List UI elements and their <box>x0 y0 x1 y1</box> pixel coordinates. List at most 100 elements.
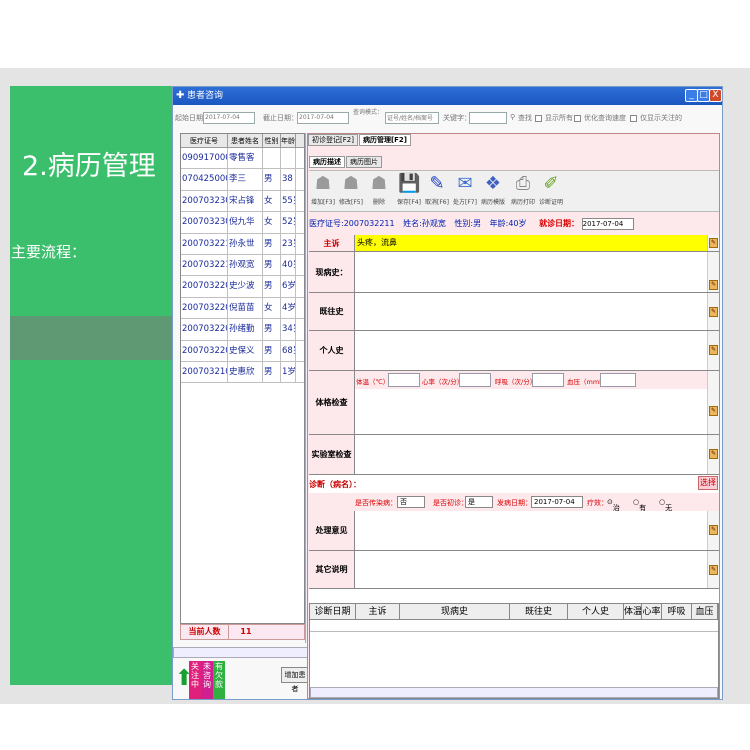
lab-exam-edit-icon[interactable]: ✎ <box>709 449 718 459</box>
tab-first-visit[interactable]: 初诊登记[F2] <box>308 134 358 146</box>
col-diagnosis-date[interactable]: 诊断日期 <box>310 604 356 619</box>
table-row[interactable]: 0909170000零售客 <box>181 148 304 170</box>
info-age: 年龄:40岁 <box>489 219 527 228</box>
delete-button[interactable]: ☗ 删除 <box>365 173 393 206</box>
physical-exam-input[interactable] <box>355 389 707 434</box>
respiration-input[interactable] <box>532 373 564 387</box>
complaint-edit-icon[interactable]: ✎ <box>709 238 718 248</box>
binoculars-icon[interactable]: ⚲ <box>510 113 515 121</box>
past-history-edit-icon[interactable]: ✎ <box>709 307 718 317</box>
temperature-label: 体温（℃） <box>356 378 390 386</box>
cell-patient-name: 孙绪勤 <box>228 319 263 340</box>
only-focus-checkbox[interactable] <box>630 115 637 122</box>
effect-ineffective-radio[interactable]: ○无效 <box>659 498 672 522</box>
show-all-checkbox[interactable] <box>535 115 542 122</box>
query-mode-select[interactable]: 证号/姓名/档案号 <box>385 112 439 124</box>
blood-pressure-input[interactable] <box>600 373 636 387</box>
effect-cured-radio[interactable]: ⊙治愈 <box>607 498 620 522</box>
col-respiration[interactable]: 呼吸 <box>662 604 692 619</box>
start-date-field[interactable]: 2017-07-04 <box>203 112 255 124</box>
prescription-icon: ✉ <box>457 173 473 194</box>
personal-history-input[interactable] <box>355 331 707 370</box>
col-blood-pressure[interactable]: 血压 <box>692 604 718 619</box>
personal-history-edit-icon[interactable]: ✎ <box>709 345 718 355</box>
cell-age: 4岁 <box>281 297 296 319</box>
save-button[interactable]: 💾 保存[F4] <box>395 173 423 206</box>
keyword-input[interactable] <box>469 112 507 124</box>
title-bar[interactable]: ✚ 患者咨询 _ □ X <box>173 87 722 105</box>
col-past-history[interactable]: 既往史 <box>510 604 568 619</box>
lab-exam-input[interactable] <box>355 435 707 474</box>
first-visit-select[interactable]: 是 <box>465 496 493 508</box>
infectious-select[interactable]: 否 <box>397 496 425 508</box>
col-card-number[interactable]: 医疗证号 <box>181 134 228 147</box>
history-grid-hscroll[interactable] <box>310 687 718 698</box>
template-button[interactable]: ❖ 病历模版 <box>479 173 507 206</box>
tab-record-images[interactable]: 病历图片 <box>346 156 382 168</box>
close-button[interactable]: X <box>709 89 722 102</box>
present-illness-label: 现病史： <box>309 252 355 292</box>
effect-effective-radio[interactable]: ○有效 <box>633 498 646 522</box>
col-present-illness[interactable]: 现病史 <box>400 604 510 619</box>
temperature-input[interactable] <box>388 373 420 387</box>
heart-rate-input[interactable] <box>459 373 491 387</box>
delete-icon: ☗ <box>370 173 388 194</box>
onset-date-field[interactable]: 2017-07-04 <box>531 496 583 508</box>
tab-record-management[interactable]: 病历管理[F2] <box>358 134 412 146</box>
table-row[interactable]: 2007032304宋占锋女55岁 <box>181 190 304 213</box>
col-age[interactable]: 年龄 <box>281 134 296 147</box>
cell-patient-name: 史惠欣 <box>228 361 263 383</box>
patient-table-hscroll[interactable] <box>173 647 313 658</box>
prescription-button[interactable]: ✉ 处方[F7] <box>451 173 479 206</box>
cancel-button[interactable]: ✎ 取消[F6] <box>423 173 451 206</box>
physical-exam-edit-icon[interactable]: ✎ <box>709 406 718 416</box>
search-button[interactable]: 查找 <box>518 113 532 123</box>
other-notes-input[interactable] <box>355 551 707 588</box>
optimize-checkbox[interactable] <box>574 115 581 122</box>
table-row[interactable]: 2007032212孙永世男23岁 <box>181 233 304 255</box>
col-personal-history[interactable]: 个人史 <box>568 604 624 619</box>
table-row[interactable]: 2007032307倪九华女52岁 <box>181 212 304 234</box>
other-notes-edit-icon[interactable]: ✎ <box>709 565 718 575</box>
legend-arrears: 有欠款 <box>213 661 225 699</box>
cell-patient-name: 零售客 <box>228 148 263 169</box>
complaint-section: 主诉 头疼，流鼻 ✎ <box>309 235 719 252</box>
tab-record-description[interactable]: 病历描述 <box>309 156 345 168</box>
table-row[interactable]: 2007032203孙绪勤男34岁 <box>181 319 304 341</box>
col-heart-rate[interactable]: 心率 <box>642 604 662 619</box>
table-row[interactable]: 0704250001李三男38 <box>181 169 304 191</box>
edit-button[interactable]: ☗ 修改[F5] <box>337 173 365 206</box>
add-button[interactable]: ☗ 增加[F3] <box>309 173 337 206</box>
complaint-input[interactable]: 头疼，流鼻 <box>355 235 707 251</box>
add-patient-button[interactable]: 增加患者 <box>281 667 309 693</box>
history-grid-row[interactable] <box>310 620 718 632</box>
add-icon: ☗ <box>314 173 332 194</box>
table-row[interactable]: 2007032209史少波男6岁 <box>181 276 304 298</box>
col-sex[interactable]: 性别 <box>263 134 281 147</box>
col-complaint[interactable]: 主诉 <box>356 604 400 619</box>
treatment-edit-icon[interactable]: ✎ <box>709 525 718 535</box>
first-visit-label: 是否初诊： <box>433 499 468 507</box>
col-patient-name[interactable]: 患者姓名 <box>228 134 263 147</box>
certificate-button[interactable]: ✐ 诊断证明 <box>537 173 565 206</box>
physical-exam-section: 体格检查 体温（℃） 心率（次/分） 呼吸（次/分） 血压（mmHg） ✎ <box>309 371 719 435</box>
select-button[interactable]: 选择 <box>698 476 718 490</box>
present-illness-input[interactable] <box>355 252 707 292</box>
show-all-label: 显示所有 <box>545 114 573 122</box>
present-illness-edit-icon[interactable]: ✎ <box>709 280 718 290</box>
vitals-row: 体温（℃） 心率（次/分） 呼吸（次/分） 血压（mmHg） <box>355 371 707 389</box>
table-row[interactable]: 2007032201史保义男68岁 <box>181 340 304 362</box>
cell-patient-name: 倪苗苗 <box>228 297 263 319</box>
table-row[interactable]: 2007032206倪苗苗女4岁 <box>181 297 304 320</box>
table-row[interactable]: 2007032101史惠欣男1岁 <box>181 361 304 384</box>
past-history-input[interactable] <box>355 293 707 330</box>
cell-age: 23岁 <box>281 233 296 254</box>
legend-focus: 关注中 <box>189 661 201 699</box>
col-temperature[interactable]: 体温 <box>624 604 642 619</box>
treatment-input[interactable] <box>355 511 707 550</box>
print-button[interactable]: ⎙ 病历打印 <box>509 173 537 206</box>
visit-date-field[interactable]: 2017-07-04 <box>581 217 634 230</box>
end-date-field[interactable]: 2017-07-04 <box>297 112 349 124</box>
table-row[interactable]: 2007032211孙观宽男40岁 <box>181 254 304 277</box>
slide-title: 2.病历管理 <box>22 151 156 182</box>
